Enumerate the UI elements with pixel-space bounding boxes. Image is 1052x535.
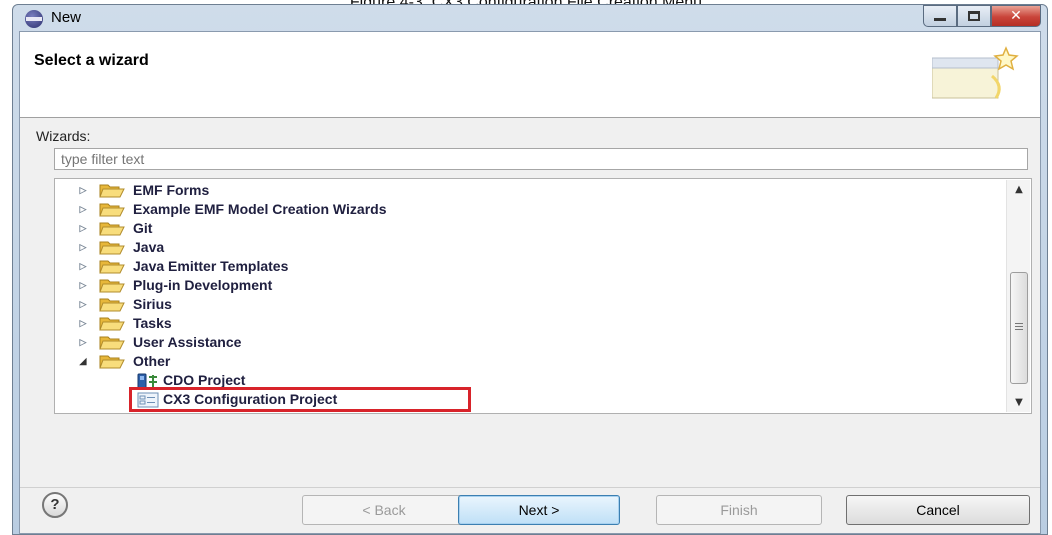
page-title: Select a wizard — [34, 52, 149, 69]
dialog-content: Select a wizard Wizards: ▷ EMF Forms ▷ — [19, 31, 1041, 534]
expand-arrow-icon[interactable]: ▷ — [77, 280, 89, 291]
window-controls: ✕ — [923, 5, 1041, 27]
expand-arrow-icon[interactable]: ▷ — [77, 318, 89, 329]
tree-item-label: EMF Forms — [133, 182, 210, 198]
tree-item-label: CDO Project — [163, 372, 246, 388]
folder-icon — [99, 203, 125, 217]
scroll-up-arrow-icon[interactable]: ▲ — [1007, 184, 1031, 195]
title-bar: New ✕ — [13, 5, 1047, 31]
tree-item-label: Other — [133, 353, 171, 369]
wizards-label: Wizards: — [36, 128, 91, 144]
expand-arrow-icon[interactable]: ▷ — [77, 299, 89, 310]
folder-icon — [99, 317, 125, 331]
maximize-button[interactable] — [957, 5, 991, 27]
back-button[interactable]: < Back — [302, 495, 466, 525]
close-icon: ✕ — [1010, 8, 1022, 24]
close-button[interactable]: ✕ — [991, 5, 1041, 27]
tree-category-java-emitter[interactable]: ▷ Java Emitter Templates — [55, 257, 1003, 276]
tree-category-user-assistance[interactable]: ▷ User Assistance — [55, 333, 1003, 352]
selection-highlight-box — [129, 387, 471, 412]
cancel-button[interactable]: Cancel — [846, 495, 1030, 525]
folder-icon — [99, 184, 125, 198]
tree-item-label: Plug-in Development — [133, 277, 273, 293]
vertical-scrollbar[interactable]: ▲ ▼ — [1006, 180, 1030, 412]
wizard-banner: Select a wizard — [20, 32, 1040, 118]
expand-arrow-icon[interactable]: ▷ — [77, 185, 89, 196]
minimize-icon — [934, 17, 946, 21]
tree-item-label: User Assistance — [133, 334, 242, 350]
folder-icon — [99, 260, 125, 274]
tree-item-label: Example EMF Model Creation Wizards — [133, 201, 387, 217]
maximize-icon — [968, 11, 980, 21]
footer-divider — [20, 487, 1040, 488]
tree-item-label: Java — [133, 239, 165, 255]
folder-icon — [99, 222, 125, 236]
tree-item-label: Tasks — [133, 315, 172, 331]
tree-category-example-emf[interactable]: ▷ Example EMF Model Creation Wizards — [55, 200, 1003, 219]
new-wizard-banner-icon — [932, 46, 1019, 99]
expand-arrow-icon[interactable]: ▷ — [77, 242, 89, 253]
filter-input[interactable] — [54, 148, 1028, 170]
expand-arrow-icon[interactable]: ▷ — [77, 204, 89, 215]
folder-icon — [99, 298, 125, 312]
window-title: New — [51, 9, 82, 26]
tree-category-emf-forms[interactable]: ▷ EMF Forms — [55, 181, 1003, 200]
wizard-tree[interactable]: ▷ EMF Forms ▷ Example EMF Model Creation… — [54, 178, 1032, 414]
tree-item-cx3-configuration-project[interactable]: CX3 Configuration Project — [55, 387, 1003, 412]
finish-button[interactable]: Finish — [656, 495, 822, 525]
help-button[interactable]: ? — [42, 492, 68, 518]
expand-arrow-icon[interactable]: ▷ — [77, 261, 89, 272]
tree-item-label: Java Emitter Templates — [133, 258, 289, 274]
folder-icon — [99, 336, 125, 350]
expand-arrow-icon[interactable]: ▷ — [77, 337, 89, 348]
minimize-button[interactable] — [923, 5, 957, 27]
next-button[interactable]: Next > — [458, 495, 620, 525]
tree-item-label: Git — [133, 220, 153, 236]
scroll-down-arrow-icon[interactable]: ▼ — [1007, 397, 1031, 408]
eclipse-icon — [25, 10, 43, 28]
expand-arrow-icon[interactable]: ▷ — [77, 223, 89, 234]
collapse-arrow-icon[interactable]: ◢ — [77, 356, 89, 367]
tree-item-label: Sirius — [133, 296, 172, 312]
tree-category-git[interactable]: ▷ Git — [55, 219, 1003, 238]
open-folder-icon — [99, 355, 125, 369]
tree-category-java[interactable]: ▷ Java — [55, 238, 1003, 257]
tree-category-tasks[interactable]: ▷ Tasks — [55, 314, 1003, 333]
grip-icon — [1015, 323, 1023, 332]
new-wizard-window: New ✕ Select a wizard Wizards: ▷ E — [12, 4, 1048, 535]
folder-icon — [99, 241, 125, 255]
wizard-tree-list: ▷ EMF Forms ▷ Example EMF Model Creation… — [55, 181, 1003, 412]
tree-category-plugin-development[interactable]: ▷ Plug-in Development — [55, 276, 1003, 295]
tree-category-other[interactable]: ◢ Other — [55, 352, 1003, 371]
scrollbar-thumb[interactable] — [1010, 272, 1028, 384]
folder-icon — [99, 279, 125, 293]
tree-category-sirius[interactable]: ▷ Sirius — [55, 295, 1003, 314]
